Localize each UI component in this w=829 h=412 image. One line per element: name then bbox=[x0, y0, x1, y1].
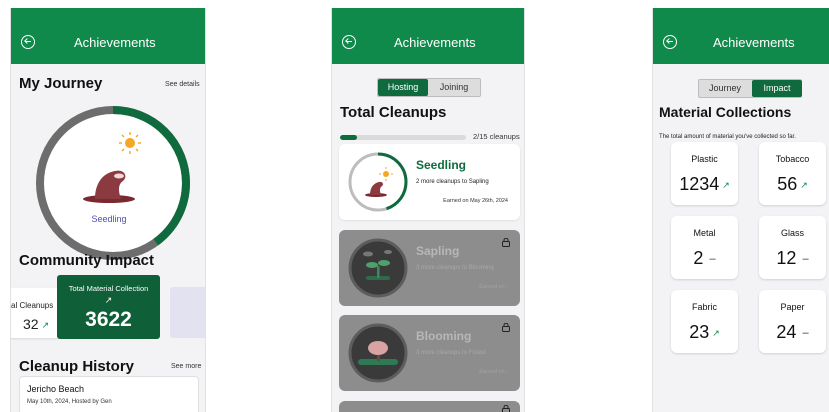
material-card-glass[interactable]: Glass 12– bbox=[759, 216, 826, 279]
stage-desc: 3 more cleanups to Blooming bbox=[416, 265, 494, 271]
lock-icon bbox=[502, 405, 510, 412]
community-impact-title: Community Impact bbox=[19, 252, 155, 269]
total-cleanups-card[interactable]: al Cleanups 32 ↗ bbox=[11, 288, 59, 338]
lock-icon bbox=[502, 323, 510, 332]
stage-ring bbox=[348, 238, 408, 298]
app-bar-title: Achievements bbox=[713, 35, 795, 50]
trend-up-icon: ↗ bbox=[800, 179, 808, 190]
total-material-value: 3622 bbox=[85, 308, 132, 331]
material-collections-title: Material Collections bbox=[659, 104, 792, 120]
total-cleanups-title: Total Cleanups bbox=[340, 104, 447, 121]
trend-up-icon: ↗ bbox=[712, 327, 720, 338]
tab-hosting[interactable]: Hosting bbox=[378, 79, 428, 96]
back-arrow-icon[interactable] bbox=[342, 35, 356, 49]
total-cleanups-value: 32 bbox=[23, 316, 39, 332]
journey-progress-ring bbox=[36, 106, 190, 260]
material-value: 2 bbox=[693, 248, 704, 268]
see-more-link[interactable]: See more bbox=[171, 363, 201, 370]
cleanups-progress-bar bbox=[340, 135, 466, 140]
stage-card-next[interactable] bbox=[339, 401, 520, 412]
app-bar: Achievements bbox=[332, 8, 524, 64]
material-name: Plastic bbox=[691, 154, 718, 164]
stage-desc: 3 more cleanups to Forest bbox=[416, 350, 486, 356]
material-name: Tobacco bbox=[775, 154, 810, 164]
stage-name: Blooming bbox=[416, 329, 472, 343]
stage-earned: Earned on May 26th, 2024 bbox=[443, 198, 508, 204]
app-bar: Achievements bbox=[653, 8, 829, 64]
tab-impact[interactable]: Impact bbox=[752, 80, 802, 97]
stage-earned: Earned on - bbox=[479, 369, 508, 375]
trend-up-icon: ↗ bbox=[722, 179, 730, 190]
material-value: 23 bbox=[689, 322, 710, 342]
cleanup-history-title: Cleanup History bbox=[19, 358, 135, 375]
lock-icon bbox=[502, 238, 510, 247]
material-card-fabric[interactable]: Fabric 23 ↗ bbox=[671, 290, 738, 353]
progress-text: 2/15 cleanups bbox=[473, 132, 520, 141]
progress-fill bbox=[340, 135, 357, 140]
trend-up-icon: ↗ bbox=[104, 295, 113, 305]
total-material-label: Total Material Collection bbox=[68, 284, 149, 293]
journey-screen: Achievements My Journey See details Seed… bbox=[10, 8, 206, 412]
tab-joining[interactable]: Joining bbox=[428, 79, 480, 96]
stage-card-sapling[interactable]: Sapling 3 more cleanups to Blooming Earn… bbox=[339, 230, 520, 306]
material-card-paper[interactable]: Paper 24– bbox=[759, 290, 826, 353]
impact-screen: Achievements Journey Impact Material Col… bbox=[652, 8, 829, 412]
app-bar: Achievements bbox=[11, 8, 205, 64]
stage-label: Seedling bbox=[91, 214, 127, 224]
trend-up-icon: ↗ bbox=[41, 319, 50, 330]
dash-icon: – bbox=[802, 327, 809, 340]
material-subtitle: The total amount of material you've coll… bbox=[659, 134, 796, 140]
cleanups-screen: Achievements Hosting Joining Total Clean… bbox=[331, 8, 525, 412]
stage-desc: 2 more cleanups to Sapling bbox=[416, 179, 489, 185]
next-stat-card[interactable] bbox=[170, 287, 205, 338]
material-name: Metal bbox=[693, 228, 716, 238]
hosting-joining-toggle: Hosting Joining bbox=[377, 78, 481, 97]
material-card-metal[interactable]: Metal 2– bbox=[671, 216, 738, 279]
material-value: 12 bbox=[776, 248, 797, 268]
app-bar-title: Achievements bbox=[394, 35, 476, 50]
tab-journey[interactable]: Journey bbox=[699, 80, 751, 97]
material-value: 24 bbox=[776, 322, 797, 342]
material-card-plastic[interactable]: Plastic 1234 ↗ bbox=[671, 142, 738, 205]
history-meta: May 10th, 2024, Hosted by Gen bbox=[27, 399, 112, 405]
stage-name: Seedling bbox=[416, 158, 467, 172]
history-item[interactable]: Jericho Beach May 10th, 2024, Hosted by … bbox=[19, 376, 199, 412]
material-name: Glass bbox=[780, 228, 804, 238]
see-details-link[interactable]: See details bbox=[165, 81, 200, 88]
dash-icon: – bbox=[802, 253, 809, 266]
stage-card-seedling[interactable]: Seedling 2 more cleanups to Sapling Earn… bbox=[339, 144, 520, 220]
history-location: Jericho Beach bbox=[27, 384, 85, 394]
stage-ring bbox=[348, 152, 408, 212]
material-card-tobacco[interactable]: Tobacco 56 ↗ bbox=[759, 142, 826, 205]
dash-icon: – bbox=[709, 253, 716, 266]
material-name: Fabric bbox=[691, 302, 717, 312]
material-value: 1234 bbox=[679, 174, 720, 194]
total-material-card[interactable]: Total Material Collection ↗ 3622 bbox=[57, 275, 160, 339]
app-bar-title: Achievements bbox=[74, 35, 156, 50]
stage-ring bbox=[348, 323, 408, 383]
stage-earned: Earned on - bbox=[479, 284, 508, 290]
stage-name: Sapling bbox=[416, 244, 460, 258]
total-cleanups-label: al Cleanups bbox=[11, 301, 54, 310]
my-journey-title: My Journey bbox=[19, 75, 103, 92]
material-value: 56 bbox=[777, 174, 798, 194]
stage-card-blooming[interactable]: Blooming 3 more cleanups to Forest Earne… bbox=[339, 315, 520, 391]
journey-impact-toggle: Journey Impact bbox=[698, 79, 802, 98]
material-name: Paper bbox=[780, 302, 805, 312]
back-arrow-icon[interactable] bbox=[663, 35, 677, 49]
back-arrow-icon[interactable] bbox=[21, 35, 35, 49]
